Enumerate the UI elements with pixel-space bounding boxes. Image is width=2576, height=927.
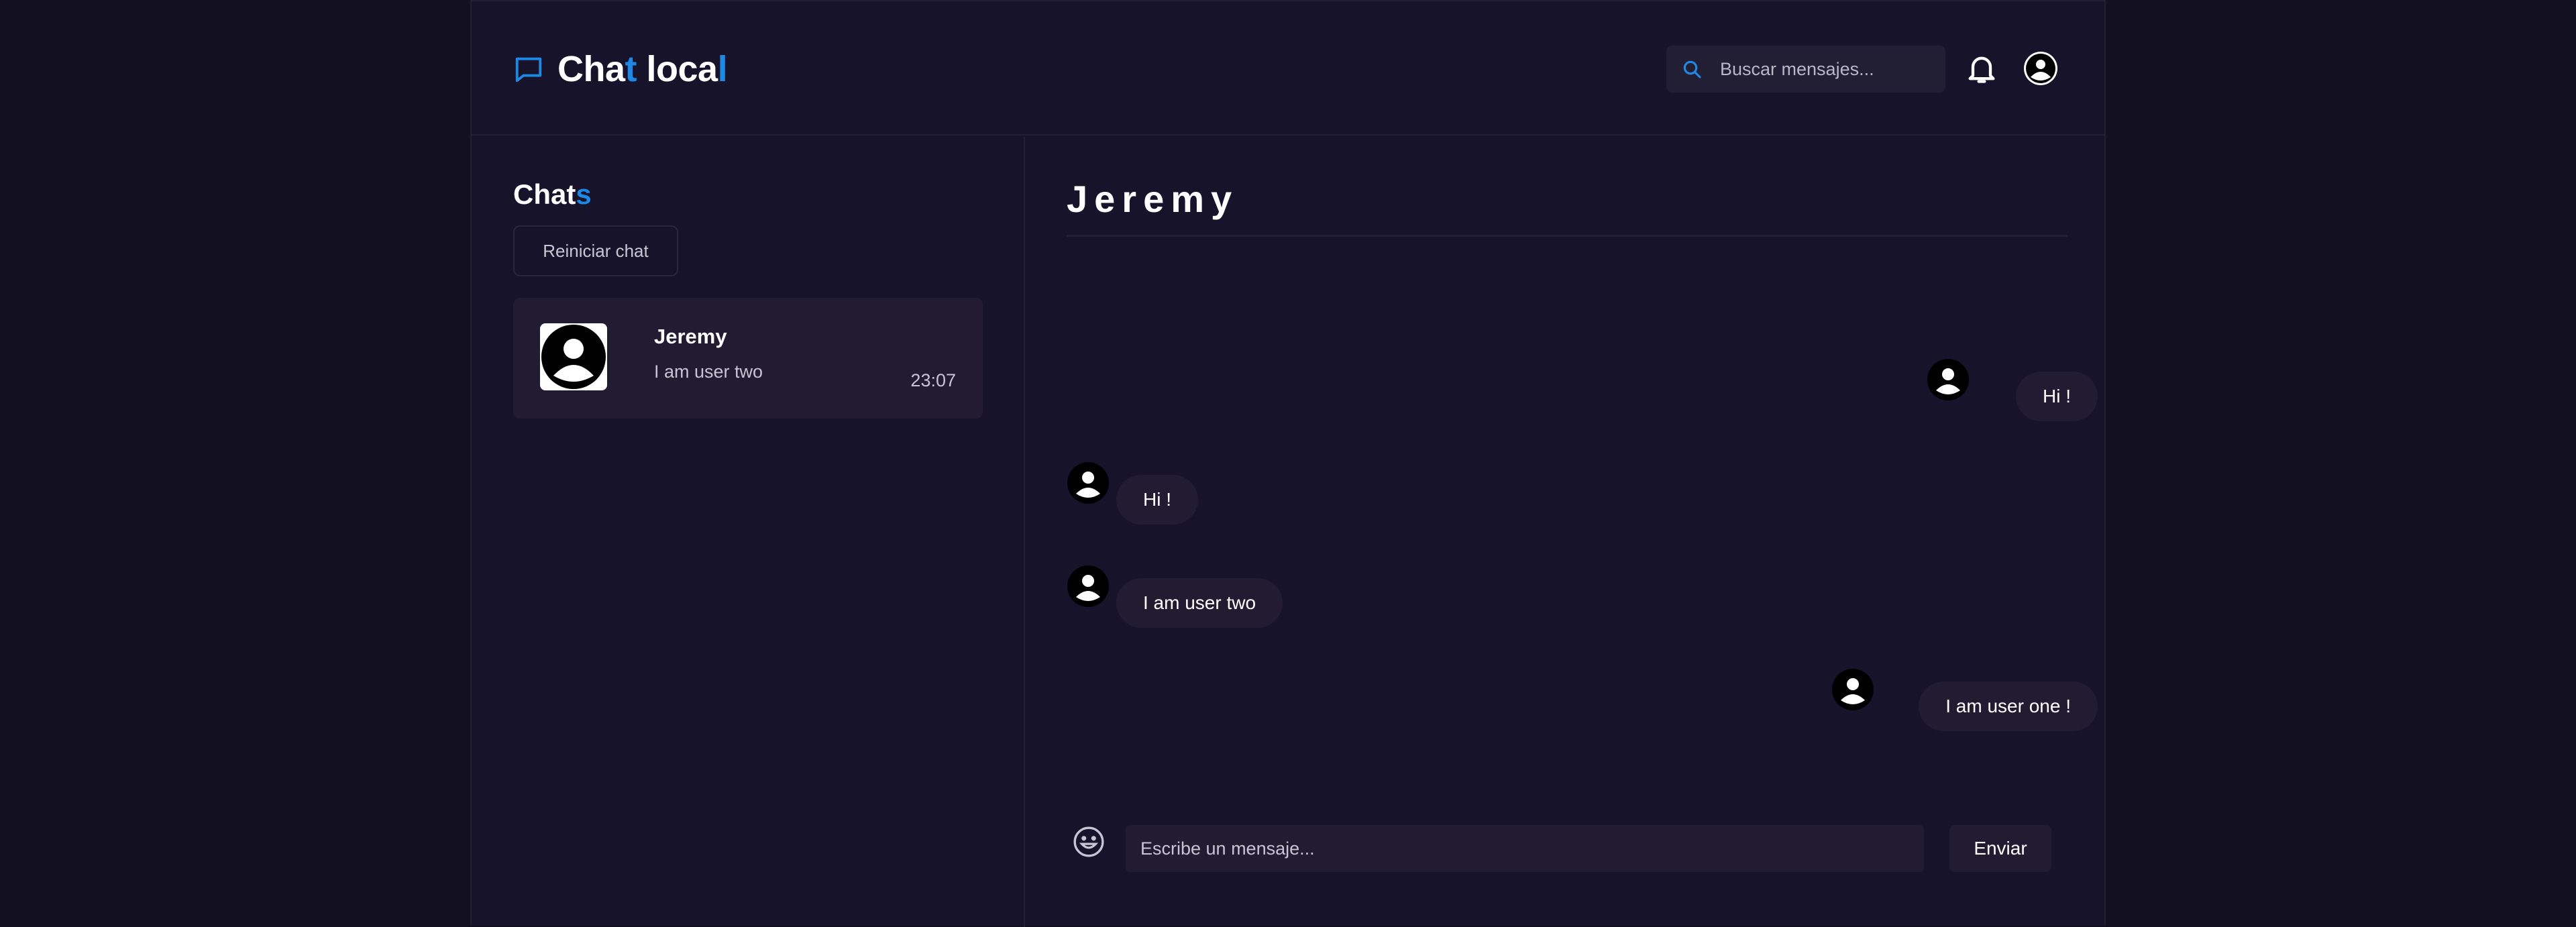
last-message-time: 23:07 [910, 370, 956, 390]
search-input[interactable] [1720, 58, 1935, 80]
title-divider [1067, 235, 2068, 237]
app-logo: Chat local [513, 46, 728, 93]
send-button[interactable]: Enviar [1949, 825, 2051, 872]
message-bubble-incoming: I am user two [1116, 578, 1283, 628]
chat-list-item[interactable]: Jeremy I am user two 23:07 [513, 298, 983, 419]
user-avatar-icon[interactable] [2024, 52, 2057, 85]
emoji-icon[interactable] [1072, 825, 1106, 859]
reset-chat-button[interactable]: Reiniciar chat [513, 225, 678, 276]
conversation-pane: Jeremy Hi ! Hi ! I am user two I am user… [1026, 137, 2106, 927]
contact-name: Jeremy [654, 325, 727, 348]
chat-bubble-icon [515, 57, 542, 83]
message-avatar-icon [1067, 565, 1109, 607]
bell-icon[interactable] [1964, 51, 1999, 86]
sidebar-title: Chats [513, 178, 592, 210]
top-header: Chat local [472, 1, 2104, 135]
app-title: Chat local [557, 49, 728, 89]
chat-app: Chat local Chats Reiniciar chat [470, 0, 2106, 927]
message-bubble-outgoing: Hi ! [2016, 372, 2098, 421]
message-input[interactable] [1126, 825, 1924, 872]
message-avatar-icon [1067, 462, 1109, 504]
conversation-title: Jeremy [1067, 178, 1239, 220]
last-message-preview: I am user two [654, 362, 763, 382]
search-icon [1683, 60, 1701, 78]
user-silhouette-icon [541, 325, 606, 389]
chat-list-sidebar: Chats Reiniciar chat Jeremy I am user tw… [472, 137, 1025, 927]
contact-avatar [540, 323, 607, 390]
message-avatar-icon [1927, 359, 1969, 400]
message-bubble-outgoing: I am user one ! [1919, 681, 2098, 731]
search-box[interactable] [1666, 46, 1945, 93]
message-avatar-icon [1832, 669, 1874, 710]
message-bubble-incoming: Hi ! [1116, 475, 1198, 525]
